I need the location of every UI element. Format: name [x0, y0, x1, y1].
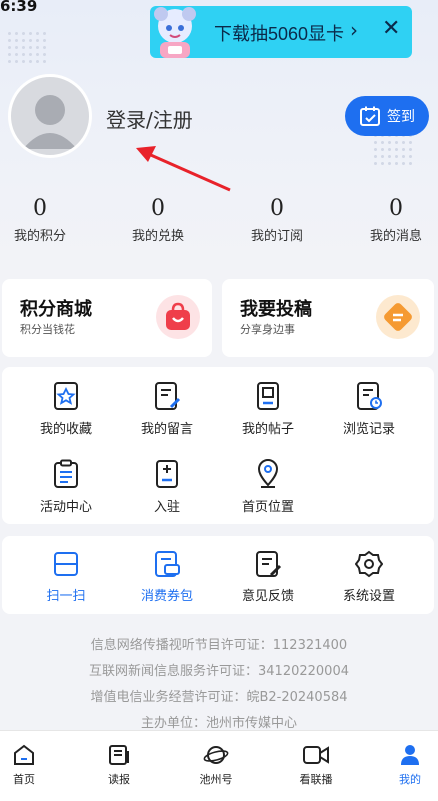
tools-card: 扫一扫 消费券包 意见反馈 系统设置	[2, 536, 434, 614]
stat-messages[interactable]: 0 我的消息	[356, 196, 436, 244]
stat-subscriptions[interactable]: 0 我的订阅	[237, 196, 317, 244]
post-icon	[257, 382, 279, 410]
shopping-bag-icon	[156, 295, 200, 339]
mascot-icon	[154, 7, 196, 58]
settings-icon	[355, 550, 383, 578]
user-icon	[401, 745, 419, 765]
tab-label: 首页	[13, 773, 35, 786]
feedback-icon	[256, 551, 282, 577]
star-icon	[54, 382, 78, 410]
stat-value: 0	[33, 196, 47, 221]
feedback-button[interactable]: 意见反馈	[218, 550, 318, 604]
menu-item-history[interactable]: 浏览记录	[319, 381, 419, 437]
tab-newspaper[interactable]: 读报	[84, 743, 154, 787]
stat-label: 我的兑换	[131, 229, 184, 244]
license-line: 增值电信业务经营许可证：皖B2-20240584	[90, 690, 348, 705]
coupon-icon	[155, 551, 180, 577]
license-line: 互联网新闻信息服务许可证：34120220004	[89, 664, 349, 679]
submit-icon	[376, 295, 420, 339]
register-icon	[156, 460, 178, 488]
menu-label: 我的收藏	[39, 422, 92, 437]
decorative-dots	[6, 30, 46, 64]
tool-label: 消费券包	[140, 589, 193, 604]
tool-label: 意见反馈	[241, 589, 294, 604]
menu-label: 浏览记录	[342, 422, 395, 437]
clipboard-icon	[54, 459, 78, 488]
menu-item-posts[interactable]: 我的帖子	[218, 381, 318, 437]
home-icon	[14, 744, 34, 765]
stat-value: 0	[151, 196, 165, 221]
promo-title: 积分商城	[20, 299, 92, 320]
scan-button[interactable]: 扫一扫	[16, 550, 116, 604]
stat-value: 0	[270, 196, 284, 221]
bottom-tab-bar: 首页 读报 池州号 看联播 我的	[0, 730, 438, 801]
stat-label: 我的积分	[13, 229, 66, 244]
tool-label: 扫一扫	[46, 589, 86, 604]
settings-button[interactable]: 系统设置	[319, 550, 419, 604]
menu-item-home-location[interactable]: 首页位置	[218, 459, 318, 515]
history-icon	[357, 382, 382, 410]
status-time: 6:39	[0, 0, 38, 15]
tab-label: 读报	[108, 773, 130, 786]
submit-article-card[interactable]: 我要投稿 分享身边事	[222, 279, 434, 357]
promo-subtitle: 分享身边事	[240, 323, 295, 336]
tab-chizhou-account[interactable]: 池州号	[181, 743, 251, 787]
calendar-check-icon	[360, 106, 380, 126]
stat-value: 0	[389, 196, 403, 221]
chevron-right-icon: ›	[350, 18, 358, 42]
license-line: 主办单位：池州市传媒中心	[140, 716, 297, 731]
download-promo-banner[interactable]: 下载抽5060显卡 › ✕	[150, 6, 412, 58]
avatar[interactable]	[8, 74, 92, 158]
comment-icon	[155, 382, 181, 410]
promo-title: 我要投稿	[240, 299, 312, 320]
menu-label: 活动中心	[39, 500, 92, 515]
stat-label: 我的消息	[369, 229, 422, 244]
newspaper-icon	[109, 745, 129, 765]
points-mall-card[interactable]: 积分商城 积分当钱花	[2, 279, 212, 357]
menu-label: 首页位置	[241, 500, 294, 515]
video-icon	[303, 746, 329, 764]
stat-points[interactable]: 0 我的积分	[0, 196, 80, 244]
coupon-wallet-button[interactable]: 消费券包	[117, 550, 217, 604]
stats-row: 0 我的积分 0 我的兑换 0 我的订阅 0 我的消息	[0, 196, 438, 252]
menu-item-register[interactable]: 入驻	[117, 459, 217, 515]
stat-label: 我的订阅	[250, 229, 303, 244]
tab-mine[interactable]: 我的	[375, 743, 438, 787]
menu-label: 入驻	[153, 500, 180, 515]
banner-close-button[interactable]: ✕	[382, 16, 400, 41]
banner-text: 下载抽5060显卡	[214, 24, 345, 44]
signin-label: 签到	[387, 109, 415, 125]
planet-icon	[203, 746, 229, 764]
stat-exchanges[interactable]: 0 我的兑换	[118, 196, 198, 244]
menu-item-comments[interactable]: 我的留言	[117, 381, 217, 437]
tool-label: 系统设置	[342, 589, 395, 604]
tab-label: 看联播	[299, 773, 333, 786]
login-register-link[interactable]: 登录/注册	[106, 104, 193, 133]
menu-label: 我的留言	[140, 422, 193, 437]
scan-icon	[54, 552, 78, 576]
my-menu-card: 我的收藏 我的留言 我的帖子 浏览记录 活动中心 入驻 首页位置	[2, 367, 434, 524]
tab-home[interactable]: 首页	[0, 743, 59, 787]
promo-subtitle: 积分当钱花	[20, 323, 75, 336]
license-line: 信息网络传播视听节目许可证：112321400	[90, 638, 348, 653]
menu-item-activity-center[interactable]: 活动中心	[16, 459, 116, 515]
tab-label: 我的	[399, 773, 421, 786]
menu-item-favorites[interactable]: 我的收藏	[16, 381, 116, 437]
tab-label: 池州号	[199, 773, 233, 786]
decorative-dots	[372, 132, 412, 166]
signin-button[interactable]: 签到	[345, 96, 429, 136]
tab-watch-broadcast[interactable]: 看联播	[281, 743, 351, 787]
menu-label: 我的帖子	[241, 422, 294, 437]
red-arrow-annotation	[136, 146, 231, 192]
location-icon	[257, 459, 279, 488]
